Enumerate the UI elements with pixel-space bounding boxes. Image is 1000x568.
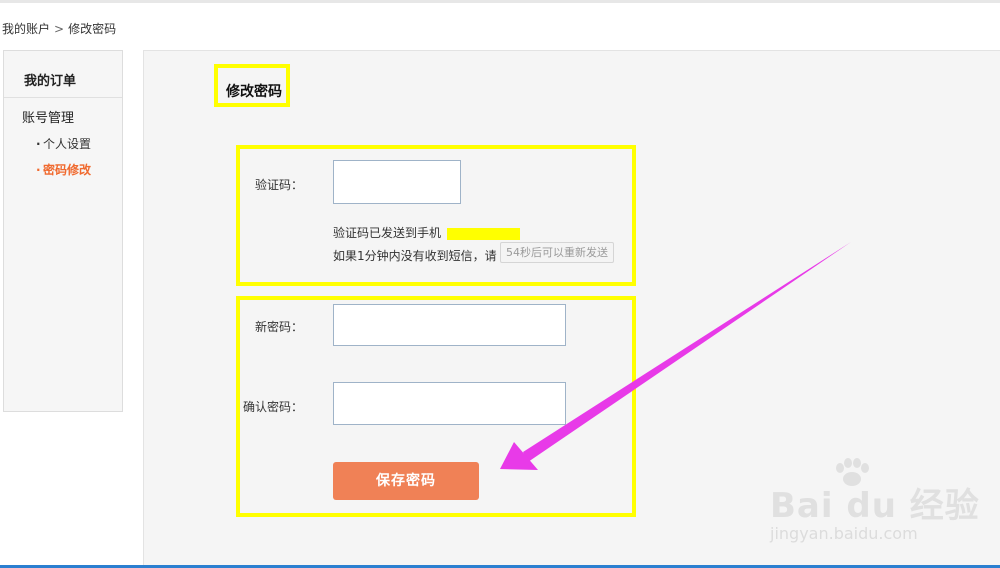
watermark-url: jingyan.baidu.com (770, 524, 918, 543)
baidu-jingyan-watermark: Bai du 经验 jingyan.baidu.com (770, 458, 979, 548)
breadcrumb-current: 修改密码 (68, 22, 117, 36)
new-password-label: 新密码： (255, 320, 304, 334)
save-password-button[interactable]: 保存密码 (333, 462, 479, 500)
sidebar-item-personal-settings[interactable]: · 个人设置 (36, 135, 91, 152)
sidebar-item-label: 个人设置 (43, 137, 92, 151)
verify-code-label: 验证码： (255, 178, 304, 192)
sms-retry-text: 如果1分钟内没有收到短信，请 (333, 249, 497, 263)
bullet-icon: · (36, 137, 41, 151)
page-title: 修改密码 (226, 84, 282, 100)
bullet-icon: · (36, 163, 41, 177)
sidebar-group-account[interactable]: 账号管理 (22, 107, 74, 126)
sidebar-divider (4, 97, 122, 98)
breadcrumb-separator: > (54, 22, 65, 36)
verify-code-input[interactable] (333, 160, 461, 204)
watermark-brand: Bai du 经验 (770, 486, 980, 526)
sidebar: 我的订单 账号管理 · 个人设置 · 密码修改 (3, 50, 123, 412)
phone-number-redaction (447, 227, 521, 240)
breadcrumb: 我的账户 > 修改密码 (2, 20, 116, 37)
sms-sent-text: 验证码已发送到手机 (333, 226, 442, 240)
confirm-password-input[interactable] (333, 382, 566, 425)
sidebar-item-change-password[interactable]: · 密码修改 (36, 161, 91, 178)
title-highlight-box: 修改密码 (214, 64, 290, 107)
new-password-input[interactable] (333, 304, 566, 346)
resend-code-button[interactable]: 54秒后可以重新发送 (500, 242, 614, 263)
sidebar-item-my-orders[interactable]: 我的订单 (24, 70, 76, 89)
sms-sent-notice: 验证码已发送到手机 (333, 224, 521, 241)
sidebar-item-label: 密码修改 (43, 163, 92, 177)
confirm-password-label: 确认密码： (243, 400, 304, 414)
top-border (0, 0, 1000, 3)
breadcrumb-root-link[interactable]: 我的账户 (2, 22, 50, 36)
